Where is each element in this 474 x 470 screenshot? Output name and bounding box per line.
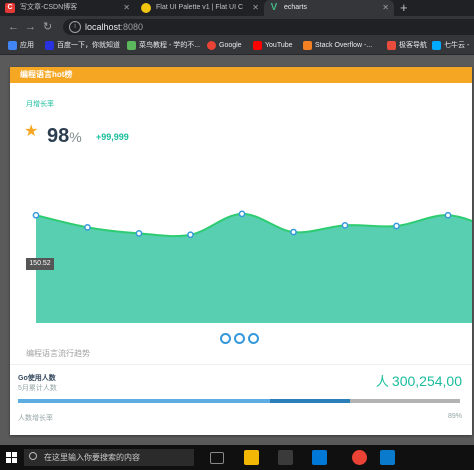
- tab-echarts[interactable]: V echarts ✕: [264, 0, 394, 16]
- windows-start-icon[interactable]: [6, 452, 17, 463]
- google-icon: [207, 41, 216, 50]
- chart-caption: 编程语言流行趋势: [26, 349, 90, 358]
- vscode-icon[interactable]: [380, 450, 395, 465]
- taskbar-search[interactable]: 在这里输入你要搜索的内容: [24, 449, 194, 466]
- card-title: 编程语言hot榜: [10, 67, 472, 83]
- search-icon: [29, 452, 37, 460]
- tab-title: echarts: [284, 4, 307, 11]
- stats-card: 编程语言hot榜 月增长率 ★ 98% +99,999 150.52 编程语言流…: [10, 67, 472, 435]
- progress-fill-light: [18, 399, 270, 403]
- divider: [10, 364, 472, 365]
- data-point[interactable]: [187, 231, 194, 239]
- delta-value: +99,999: [96, 132, 129, 142]
- file-explorer-icon[interactable]: [244, 450, 259, 465]
- user-count: 人 300,254,00: [375, 373, 462, 389]
- data-point[interactable]: [135, 230, 143, 237]
- reload-icon[interactable]: ↻: [43, 19, 52, 35]
- forward-icon[interactable]: →: [25, 19, 36, 35]
- growth-progress-bar: [18, 399, 460, 403]
- address-bar[interactable]: i localhost:8080: [63, 19, 474, 35]
- carousel-dot[interactable]: [220, 333, 231, 344]
- card-subtitle: 月增长率: [26, 101, 54, 108]
- data-point[interactable]: [238, 210, 246, 218]
- tab-csdn[interactable]: C 写文章-CSDN博客 ✕: [0, 0, 135, 16]
- bookmark-stackoverflow[interactable]: Stack Overflow -...: [303, 38, 372, 54]
- info-icon[interactable]: i: [69, 21, 81, 33]
- runoob-icon: [127, 41, 136, 50]
- qiniu-icon: [432, 41, 441, 50]
- page-viewport: 编程语言hot榜 月增长率 ★ 98% +99,999 150.52 编程语言流…: [0, 55, 474, 445]
- close-icon[interactable]: ✕: [123, 0, 130, 16]
- store-icon[interactable]: [278, 450, 293, 465]
- address-toolbar: ← → ↻ i localhost:8080: [0, 16, 474, 38]
- stackoverflow-icon: [303, 41, 312, 50]
- data-point[interactable]: [290, 228, 297, 236]
- close-icon[interactable]: ✕: [252, 0, 259, 16]
- bookmark-runoob[interactable]: 菜鸟教程 - 学的不...: [127, 38, 200, 54]
- bookmark-apps[interactable]: 应用: [8, 38, 34, 54]
- windows-taskbar: 在这里输入你要搜索的内容: [0, 445, 474, 470]
- go-users-title: Go使用人数: [18, 375, 56, 382]
- bookmark-qiniu[interactable]: 七牛云 -: [432, 38, 469, 54]
- close-icon[interactable]: ✕: [382, 0, 389, 16]
- area-chart[interactable]: [10, 195, 472, 323]
- geek-nav-icon: [387, 41, 396, 50]
- chart-tooltip: 150.52: [26, 258, 54, 270]
- data-point[interactable]: [32, 211, 40, 219]
- bookmark-youtube[interactable]: YouTube: [253, 38, 293, 54]
- vue-icon: V: [270, 2, 278, 13]
- baidu-icon: [45, 41, 54, 50]
- url-text: localhost:8080: [85, 22, 144, 32]
- csdn-icon: C: [5, 3, 15, 13]
- mail-icon[interactable]: [312, 450, 327, 465]
- tab-title: Flat UI Palette v1 | Flat UI C: [156, 4, 244, 11]
- bookmark-geek-nav[interactable]: 极客导航: [387, 38, 427, 54]
- growth-percent: 89%: [447, 413, 462, 420]
- browser-tab-strip: C 写文章-CSDN博客 ✕ Flat UI Palette v1 | Flat…: [0, 0, 474, 16]
- big-percentage: 98%: [47, 125, 82, 147]
- carousel-dot[interactable]: [248, 333, 259, 344]
- carousel-dot[interactable]: [234, 333, 245, 344]
- apps-grid-icon: [8, 41, 17, 50]
- tab-title: 写文章-CSDN博客: [20, 4, 78, 11]
- youtube-icon: [253, 41, 262, 50]
- data-point[interactable]: [84, 223, 91, 231]
- chrome-icon[interactable]: [352, 450, 367, 465]
- back-icon[interactable]: ←: [8, 19, 19, 35]
- flatui-icon: [141, 3, 151, 13]
- task-view-icon[interactable]: [210, 452, 224, 464]
- data-point[interactable]: [341, 221, 349, 229]
- data-point[interactable]: [393, 222, 400, 230]
- bookmark-baidu[interactable]: 百度一下，你就知道: [45, 38, 120, 54]
- new-tab-button[interactable]: +: [400, 0, 408, 16]
- go-users-subtitle: 5月累计人数: [18, 385, 57, 392]
- data-point[interactable]: [444, 211, 452, 219]
- carousel-dots: [220, 332, 266, 344]
- bookmarks-bar: 应用 百度一下，你就知道 菜鸟教程 - 学的不... Google YouTub…: [0, 38, 474, 55]
- bookmark-google[interactable]: Google: [207, 38, 242, 54]
- progress-fill: [18, 399, 350, 403]
- tab-flatui[interactable]: Flat UI Palette v1 | Flat UI C ✕: [136, 0, 264, 16]
- star-icon: ★: [24, 123, 39, 140]
- growth-label: 人数增长率: [18, 415, 53, 422]
